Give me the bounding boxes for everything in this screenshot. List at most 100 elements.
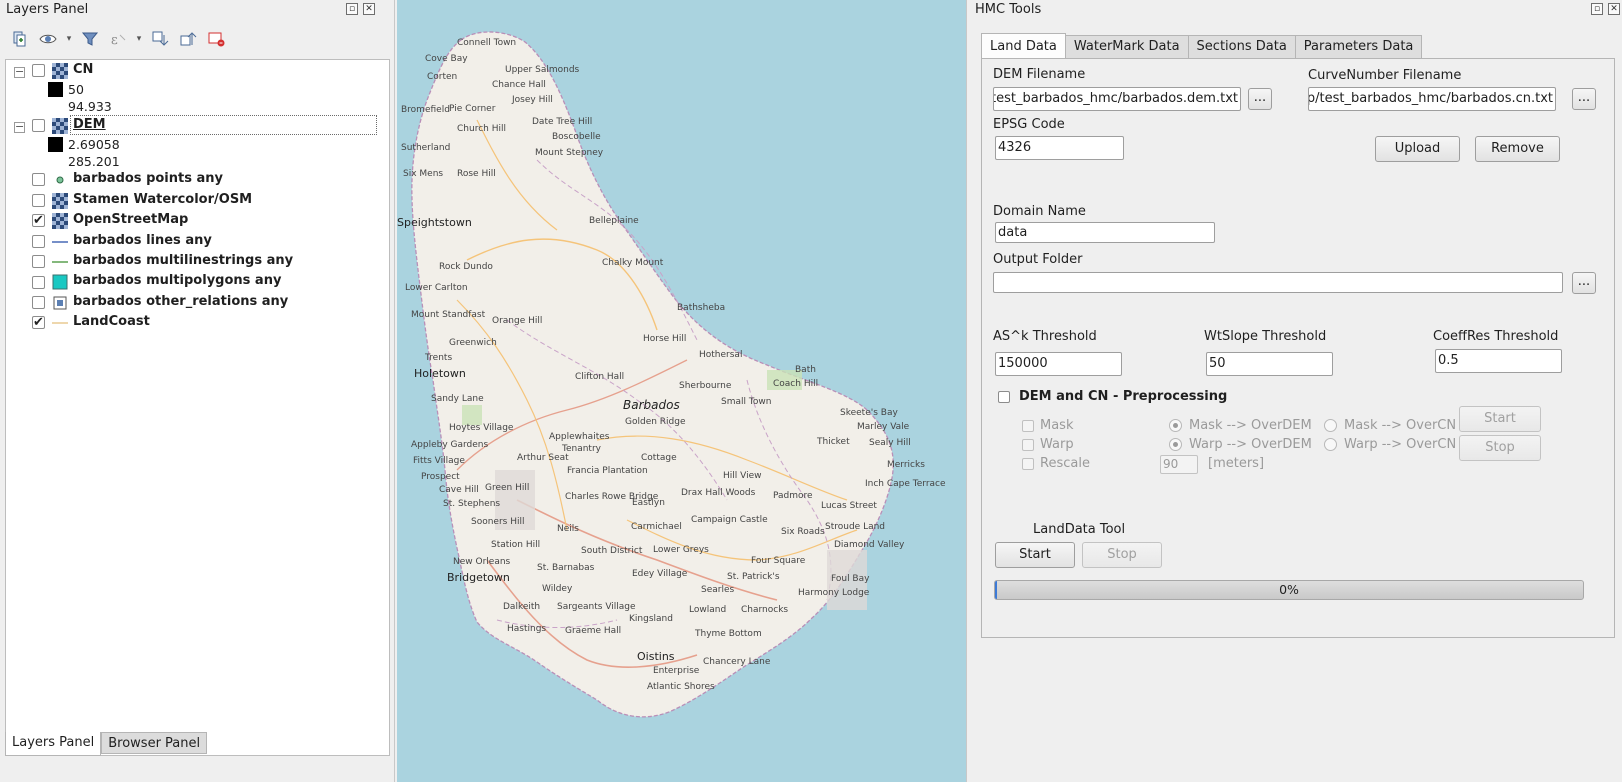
map-canvas[interactable]: Connell Town Cove Bay Upper Salmonds Chance… [397, 0, 967, 782]
layer-checkbox-multipolygons[interactable] [32, 276, 45, 289]
layer-name-osm[interactable]: OpenStreetMap [73, 212, 188, 227]
float-icon[interactable]: ▫ [346, 3, 358, 15]
map-place-label: Lucas Street [821, 501, 877, 511]
map-place-label: Mount Standfast [411, 310, 486, 320]
tab-browser-panel[interactable]: Browser Panel [101, 732, 208, 754]
mask-checkbox[interactable] [1022, 420, 1034, 432]
as-threshold-field[interactable]: 150000 [995, 352, 1122, 376]
filter-icon[interactable] [78, 27, 102, 51]
layer-name-lines[interactable]: barbados lines any [73, 233, 212, 248]
map-place-label: Hothersal [699, 350, 743, 360]
curvenumber-browse-button[interactable]: ... [1572, 88, 1596, 110]
warp-label: Warp [1040, 437, 1074, 452]
map-place-label: Lower Greys [653, 545, 709, 555]
map-place-label: Corten [427, 72, 458, 82]
layer-tree[interactable]: − CN 50 94.933 − DEM 2.69058 285.201 bar… [5, 59, 390, 756]
layer-name-landcoast[interactable]: LandCoast [73, 314, 150, 329]
output-folder-field[interactable] [993, 272, 1563, 293]
remove-layer-icon[interactable] [204, 27, 228, 51]
island-shape [411, 31, 894, 718]
map-place-label: Stroude Land [825, 522, 886, 532]
layer-checkbox-osm[interactable]: ✔ [32, 214, 45, 227]
layer-checkbox-dem[interactable] [32, 119, 45, 132]
layer-checkbox-cn[interactable] [32, 64, 45, 77]
layer-checkbox-points[interactable] [32, 173, 45, 186]
layer-checkbox-multilinestrings[interactable] [32, 255, 45, 268]
layer-checkbox-stamen[interactable] [32, 194, 45, 207]
map-place-label: Campaign Castle [691, 515, 768, 525]
remove-button[interactable]: Remove [1475, 136, 1560, 162]
expression-filter-icon[interactable]: ε [106, 27, 130, 51]
wtslope-threshold-field[interactable]: 50 [1206, 352, 1333, 376]
output-folder-browse-button[interactable]: ... [1572, 272, 1596, 294]
mask-overdem-label: Mask --> OverDEM [1189, 418, 1312, 433]
map-place-label: Carmichael [631, 522, 682, 532]
preprocessing-stop-button[interactable]: Stop [1459, 435, 1541, 461]
map-place-label: Small Town [721, 397, 772, 407]
close-icon[interactable]: ✕ [1608, 3, 1620, 15]
warp-overcn-radio[interactable] [1324, 438, 1337, 451]
collapse-icon[interactable]: − [14, 121, 25, 133]
map-place-label: Applewhaites [549, 432, 610, 442]
map-place-label: Searles [701, 585, 735, 595]
map-place-label: Josey Hill [512, 95, 553, 105]
map-place-label: Enterprise [653, 666, 700, 676]
close-icon[interactable]: ✕ [363, 3, 375, 15]
float-icon[interactable]: ▫ [1591, 3, 1603, 15]
warp-checkbox[interactable] [1022, 439, 1034, 451]
selected-row-outline [70, 115, 377, 135]
layer-name-other-relations[interactable]: barbados other_relations any [73, 294, 288, 309]
tab-watermark-data[interactable]: WaterMark Data [1064, 35, 1189, 58]
line-symbol-icon [52, 254, 68, 270]
meters-label: [meters] [1208, 456, 1265, 471]
coeffres-threshold-field[interactable]: 0.5 [1435, 349, 1562, 373]
mask-overcn-radio[interactable] [1324, 419, 1337, 432]
layer-name-multilinestrings[interactable]: barbados multilinestrings any [73, 253, 293, 268]
layer-checkbox-landcoast[interactable]: ✔ [32, 316, 45, 329]
curvenumber-filename-field[interactable]: C:/Users/HMC/Desktop/test_barbados_hmc/b… [1308, 87, 1556, 111]
map-place-label: Edey Village [632, 569, 688, 579]
layer-name-points[interactable]: barbados points any [73, 171, 223, 186]
layers-panel: Layers Panel ▫ ✕ ▾ ε ▾ − CN 50 94.933 − … [0, 0, 395, 782]
tab-parameters-data[interactable]: Parameters Data [1294, 35, 1423, 58]
layer-name-stamen[interactable]: Stamen Watercolor/OSM [73, 192, 252, 207]
line-symbol-icon [52, 234, 68, 250]
map-place-label: Graeme Hall [565, 626, 622, 636]
dem-filename-field[interactable]: C:/Users/HMC/Desktop/test_barbados_hmc/b… [993, 87, 1241, 111]
map-place-label: Fitts Village [413, 456, 465, 466]
chevron-down-icon[interactable]: ▾ [134, 34, 144, 44]
mask-overdem-radio[interactable] [1169, 419, 1182, 432]
tab-sections-data[interactable]: Sections Data [1187, 35, 1296, 58]
domain-name-field[interactable]: data [995, 222, 1215, 243]
rescale-checkbox[interactable] [1022, 458, 1034, 470]
map-place-label: Golden Ridge [625, 417, 686, 427]
tab-layers-panel[interactable]: Layers Panel [5, 732, 102, 756]
visibility-eye-icon[interactable] [36, 27, 60, 51]
dem-browse-button[interactable]: ... [1248, 88, 1272, 110]
collapse-all-icon[interactable] [176, 27, 200, 51]
landdata-start-button[interactable]: Start [995, 542, 1075, 568]
expand-all-icon[interactable] [148, 27, 172, 51]
warp-overdem-radio[interactable] [1169, 438, 1182, 451]
preprocessing-label: DEM and CN - Preprocessing [1019, 389, 1228, 404]
preprocessing-checkbox[interactable] [998, 391, 1010, 403]
map-place-label: Atlantic Shores [647, 682, 715, 692]
layer-checkbox-other-relations[interactable] [32, 296, 45, 309]
epsg-code-field[interactable]: 4326 [995, 136, 1124, 160]
layer-name-dem[interactable]: DEM [73, 117, 106, 132]
add-group-icon[interactable] [8, 27, 32, 51]
map-place-label: Foul Bay [831, 574, 870, 584]
layer-name-cn[interactable]: CN [73, 62, 93, 77]
layer-name-multipolygons[interactable]: barbados multipolygons any [73, 273, 281, 288]
tab-land-data[interactable]: Land Data [981, 33, 1066, 58]
collapse-icon[interactable]: − [14, 66, 25, 78]
map-place-label: Bathsheba [677, 303, 726, 313]
rescale-value-field[interactable]: 90 [1160, 455, 1198, 474]
landdata-stop-button[interactable]: Stop [1082, 542, 1162, 568]
map-place-label: Bath [795, 365, 816, 375]
upload-button[interactable]: Upload [1375, 136, 1460, 162]
map-place-label: Lower Carlton [405, 283, 468, 293]
chevron-down-icon[interactable]: ▾ [64, 34, 74, 44]
preprocessing-start-button[interactable]: Start [1459, 406, 1541, 432]
layer-checkbox-lines[interactable] [32, 235, 45, 248]
